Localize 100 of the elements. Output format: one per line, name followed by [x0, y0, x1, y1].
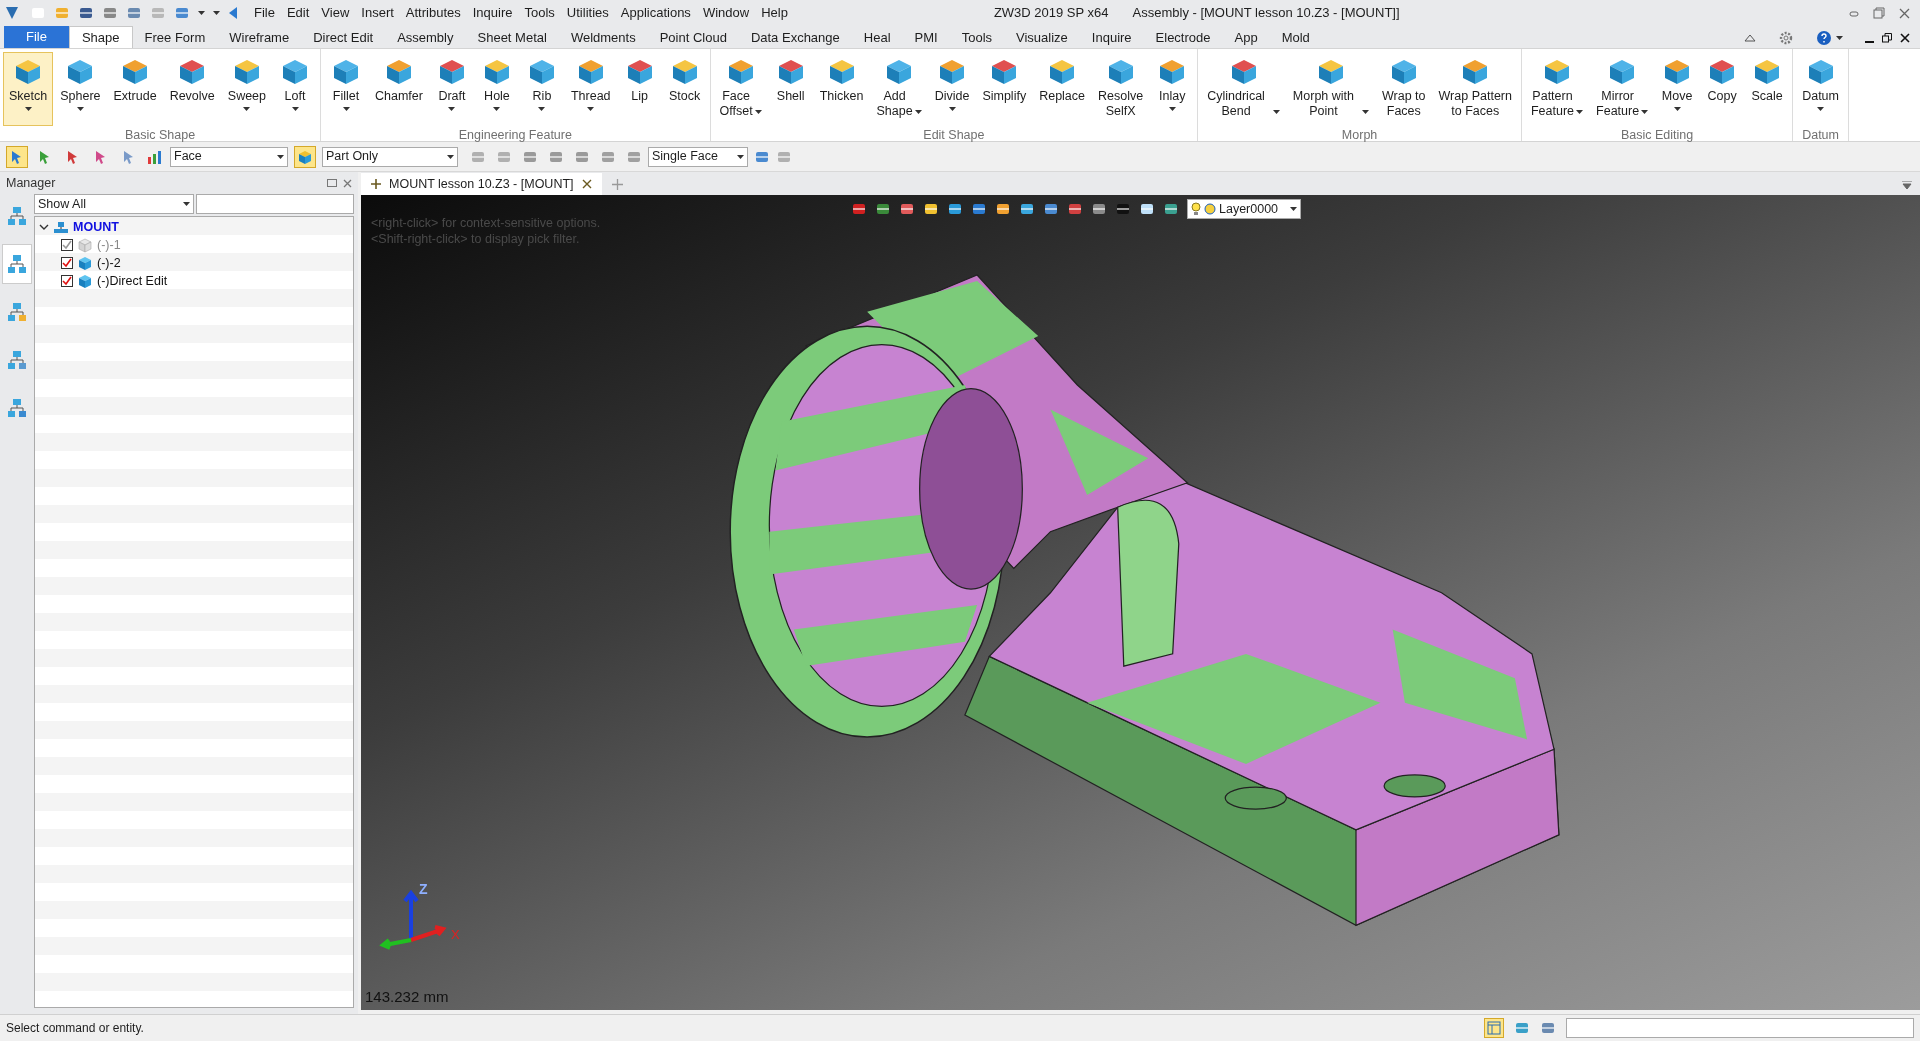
- menu-item[interactable]: Applications: [614, 3, 697, 23]
- layout-toggle[interactable]: [1484, 1018, 1504, 1038]
- ribbon-button[interactable]: Sphere: [54, 52, 107, 126]
- ribbon-button[interactable]: Sweep: [221, 52, 273, 126]
- checkbox[interactable]: [61, 239, 73, 251]
- settings-icon[interactable]: [1778, 30, 1794, 46]
- ribbon-button[interactable]: Scale: [1745, 52, 1790, 126]
- ribbon-button[interactable]: Datum: [1796, 52, 1845, 126]
- ribbon-button[interactable]: Chamfer: [369, 52, 429, 126]
- ribbon-button[interactable]: Hole: [474, 52, 519, 126]
- ribbon-button[interactable]: Wrap to Faces: [1376, 52, 1432, 126]
- layer-select[interactable]: Layer0000: [1187, 199, 1301, 219]
- command-field[interactable]: [1566, 1018, 1914, 1038]
- ribbon-button[interactable]: Face Offset: [713, 52, 768, 126]
- add-tab-icon[interactable]: [611, 179, 623, 190]
- tree-item-label[interactable]: MOUNT: [73, 217, 119, 237]
- ribbon-button[interactable]: Copy: [1700, 52, 1745, 126]
- ribbon-button[interactable]: Fillet: [324, 52, 369, 126]
- ribbon-button[interactable]: Thicken: [813, 52, 870, 126]
- ribbon-button[interactable]: Inlay: [1150, 52, 1195, 126]
- menu-item[interactable]: View: [315, 3, 356, 23]
- ribbon-tab[interactable]: Tools: [949, 28, 1005, 48]
- ribbon-tab[interactable]: Wireframe: [217, 28, 302, 48]
- menu-item[interactable]: Window: [696, 3, 756, 23]
- ribbon-button[interactable]: Simplify: [976, 52, 1033, 126]
- ribbon-tab[interactable]: Assembly: [385, 28, 466, 48]
- ribbon-button[interactable]: Loft: [273, 52, 318, 126]
- help-icon[interactable]: [1816, 30, 1832, 46]
- view-tool-icon[interactable]: [971, 201, 987, 217]
- view-tool-icon[interactable]: [851, 201, 867, 217]
- collapse-ribbon-icon[interactable]: [1744, 33, 1756, 43]
- view-tool-icon[interactable]: [1163, 201, 1179, 217]
- manager-tab[interactable]: [2, 244, 32, 284]
- checkbox[interactable]: [61, 275, 73, 287]
- scope-select[interactable]: Part Only: [322, 146, 458, 167]
- view-tool-icon[interactable]: [875, 201, 891, 217]
- view-tool-icon[interactable]: [1091, 201, 1107, 217]
- collapse-chevron-icon[interactable]: [39, 222, 49, 232]
- close-icon[interactable]: [1900, 33, 1910, 43]
- ribbon-button[interactable]: Extrude: [107, 52, 163, 126]
- menu-item[interactable]: Insert: [355, 3, 400, 23]
- scope-toggle[interactable]: [294, 145, 316, 168]
- pick-tool-button[interactable]: [6, 145, 28, 168]
- menu-item[interactable]: Inquire: [466, 3, 519, 23]
- ribbon-tab[interactable]: Direct Edit: [301, 28, 386, 48]
- ribbon-tab[interactable]: File: [4, 26, 69, 48]
- ribbon-button[interactable]: Lip: [617, 52, 662, 126]
- ribbon-tab[interactable]: Shape: [68, 26, 133, 48]
- menu-item[interactable]: Edit: [280, 3, 316, 23]
- ribbon-tab[interactable]: App: [1222, 28, 1270, 48]
- menu-item[interactable]: Attributes: [399, 3, 467, 23]
- ribbon-tab[interactable]: PMI: [902, 28, 950, 48]
- view-tool-icon[interactable]: [1139, 201, 1155, 217]
- view-tool-icon[interactable]: [1043, 201, 1059, 217]
- ribbon-button[interactable]: Revolve: [163, 52, 221, 126]
- view-tool-icon[interactable]: [923, 201, 939, 217]
- ribbon-button[interactable]: Divide: [928, 52, 976, 126]
- tree-item-label[interactable]: (-)-2: [97, 253, 121, 273]
- ribbon-tab[interactable]: Visualize: [1004, 28, 1080, 48]
- filter-select[interactable]: Face: [170, 146, 288, 167]
- tree-item-label[interactable]: (-)Direct Edit: [97, 271, 168, 291]
- close-icon[interactable]: [581, 179, 592, 189]
- ribbon-button[interactable]: Add Shape: [870, 52, 928, 126]
- ribbon-tab[interactable]: Point Cloud: [647, 28, 739, 48]
- ribbon-button[interactable]: Sketch: [3, 52, 54, 126]
- menu-item[interactable]: File: [248, 3, 281, 23]
- ribbon-button[interactable]: Mirror Feature: [1590, 52, 1655, 126]
- ribbon-button[interactable]: Rib: [519, 52, 564, 126]
- ribbon-tab[interactable]: Data Exchange: [738, 28, 852, 48]
- dropdown-icon[interactable]: [1902, 181, 1912, 189]
- checkbox[interactable]: [61, 257, 73, 269]
- ribbon-button[interactable]: Resolve SelfX: [1092, 52, 1150, 126]
- ribbon-button[interactable]: Move: [1655, 52, 1700, 126]
- view-tool-icon[interactable]: [899, 201, 915, 217]
- document-tab[interactable]: MOUNT lesson 10.Z3 - [MOUNT]: [361, 173, 602, 195]
- ribbon-button[interactable]: Draft: [429, 52, 474, 126]
- ribbon-button[interactable]: Stock: [662, 52, 707, 126]
- filter-select[interactable]: Show All: [34, 194, 194, 214]
- view-tool-icon[interactable]: [1019, 201, 1035, 217]
- view-tool-icon[interactable]: [947, 201, 963, 217]
- view-tool-icon[interactable]: [1067, 201, 1083, 217]
- ribbon-button[interactable]: Shell: [768, 52, 813, 126]
- ribbon-button[interactable]: Thread: [564, 52, 617, 126]
- menu-item[interactable]: Utilities: [560, 3, 615, 23]
- ribbon-tab[interactable]: Mold: [1269, 28, 1322, 48]
- view-tool-icon[interactable]: [1115, 201, 1131, 217]
- ribbon-tab[interactable]: Weldments: [558, 28, 648, 48]
- back-arrow-icon[interactable]: [228, 7, 238, 19]
- menu-item[interactable]: Tools: [518, 3, 561, 23]
- restore-icon[interactable]: [1882, 33, 1892, 43]
- tree-item-label[interactable]: (-)-1: [97, 235, 121, 255]
- ribbon-tab[interactable]: Sheet Metal: [465, 28, 559, 48]
- ribbon-button[interactable]: Wrap Pattern to Faces: [1432, 52, 1518, 126]
- ribbon-button[interactable]: Cylindrical Bend: [1201, 52, 1286, 126]
- ribbon-tab[interactable]: Free Form: [132, 28, 218, 48]
- ribbon-button[interactable]: Morph with Point: [1286, 52, 1375, 126]
- view-tool-icon[interactable]: [995, 201, 1011, 217]
- ribbon-button[interactable]: Replace: [1033, 52, 1092, 126]
- app-logo-icon[interactable]: [4, 5, 20, 21]
- menu-item[interactable]: Help: [755, 3, 794, 23]
